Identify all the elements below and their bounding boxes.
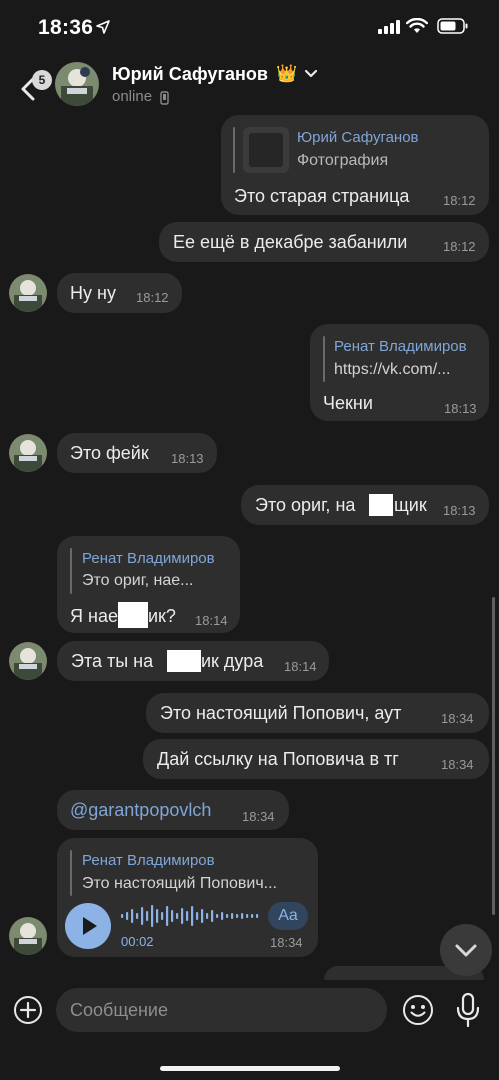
message-text-end: ик?: [148, 606, 176, 626]
message-bubble[interactable]: Это ориг, на щик 18:13: [241, 485, 489, 525]
online-status: online: [112, 88, 153, 105]
message-text: Ее ещё в декабре забанили: [173, 232, 408, 252]
play-button[interactable]: [65, 903, 111, 949]
voice-message-bubble[interactable]: Ренат Владимиров Это настоящий Попович..…: [57, 838, 318, 957]
unread-count-badge: 5: [32, 70, 52, 90]
reply-preview: Это настоящий Попович...: [82, 875, 277, 892]
message-time: 18:14: [284, 659, 317, 674]
audio-waveform[interactable]: [121, 904, 261, 928]
reply-preview: Это ориг, нае...: [82, 572, 194, 589]
message-bubble[interactable]: @garantpopovlch 18:34: [57, 790, 289, 830]
sender-avatar[interactable]: [9, 274, 47, 312]
message-bubble[interactable]: Дай ссылку на Поповича в тг 18:34: [143, 739, 489, 779]
avatar-image: [9, 274, 47, 312]
contact-avatar[interactable]: [55, 62, 99, 106]
message-time: 18:12: [443, 193, 476, 208]
message-time: 18:13: [171, 451, 204, 466]
reply-author: Ренат Владимиров: [82, 550, 215, 567]
message-bubble[interactable]: Юрий Сафуганов Фотография Это старая стр…: [221, 115, 489, 215]
reply-preview: Фотография: [297, 152, 389, 169]
message-time: 18:13: [443, 503, 476, 518]
redaction-mask: [369, 494, 393, 516]
message-text-end: щик: [394, 495, 427, 515]
back-button[interactable]: 5: [10, 62, 52, 106]
message-time: 18:34: [441, 757, 474, 772]
message-time: 18:34: [242, 809, 275, 824]
phone-icon: [160, 91, 169, 105]
message-text: Чекни: [323, 393, 373, 413]
message-text: Это настоящий Попович, аут: [160, 703, 402, 723]
avatar-image: [9, 642, 47, 680]
message-bubble[interactable]: Это фейк 18:13: [57, 433, 217, 473]
microphone-icon[interactable]: [455, 992, 481, 1028]
reply-author: Ренат Владимиров: [334, 338, 467, 355]
message-text: Ну ну: [70, 283, 116, 303]
link-preview-url[interactable]: https://vk.com/...: [334, 361, 450, 379]
message-bubble[interactable]: Ее ещё в декабре забанили 18:12: [159, 222, 489, 262]
message-text-start: Эта ты на: [71, 651, 154, 671]
message-time: 18:34: [441, 711, 474, 726]
message-input[interactable]: [56, 988, 387, 1032]
reply-author: Юрий Сафуганов: [297, 129, 419, 146]
sender-avatar[interactable]: [9, 642, 47, 680]
message-text: Это старая страница: [234, 186, 410, 206]
message-bubble[interactable]: Это настоящий Попович, аут 18:34: [146, 693, 489, 733]
message-time: 18:14: [195, 613, 228, 628]
transcribe-button[interactable]: Aa: [268, 902, 308, 930]
voice-duration: 00:02: [121, 934, 154, 949]
crown-icon: 👑: [276, 64, 298, 83]
reply-quote-bar: [323, 336, 325, 382]
reply-author: Ренат Владимиров: [82, 852, 215, 869]
chevron-down-icon: [455, 944, 477, 957]
message-bubble[interactable]: Ренат Владимиров https://vk.com/... Чекн…: [310, 324, 489, 421]
username-link[interactable]: @garantpopovlch: [70, 800, 211, 821]
message-text-start: Я нае: [70, 606, 118, 626]
cellular-signal-icon: [378, 20, 400, 34]
location-arrow-icon: [96, 20, 110, 34]
message-bubble[interactable]: Ренат Владимиров Это ориг, нае... Я нае …: [57, 536, 240, 633]
message-text: Это фейк: [70, 443, 149, 463]
redaction-mask: [118, 602, 148, 628]
message-text: Дай ссылку на Поповича в тг: [157, 749, 399, 769]
chevron-down-icon[interactable]: [304, 69, 318, 79]
reply-photo-thumbnail: [243, 127, 289, 173]
chat-header: 5 Юрий Сафуганов 👑 online: [0, 56, 499, 114]
status-time: 18:36: [38, 16, 94, 39]
message-time: 18:34: [270, 935, 303, 950]
redaction-mask: [167, 650, 201, 672]
sender-avatar[interactable]: [9, 917, 47, 955]
scrollbar[interactable]: [492, 597, 495, 915]
plus-icon[interactable]: [13, 995, 43, 1025]
contact-name[interactable]: Юрий Сафуганов: [112, 64, 268, 85]
message-bubble[interactable]: Ну ну 18:12: [57, 273, 182, 313]
message-time: 18:13: [444, 401, 477, 416]
reply-quote-bar: [70, 850, 72, 896]
home-indicator: [160, 1066, 340, 1071]
message-time: 18:12: [136, 290, 169, 305]
avatar-image: [9, 434, 47, 472]
battery-icon: [437, 18, 468, 34]
message-time: 18:12: [443, 239, 476, 254]
sender-avatar[interactable]: [9, 434, 47, 472]
avatar-image: [9, 917, 47, 955]
scroll-to-bottom-button[interactable]: [440, 924, 492, 976]
smiley-icon[interactable]: [402, 994, 434, 1026]
message-bubble[interactable]: Эта ты на ик дура 18:14: [57, 641, 329, 681]
message-text-start: Это ориг, на: [255, 495, 356, 515]
composer-bar: [0, 980, 499, 1080]
wifi-icon: [406, 18, 428, 33]
play-icon: [83, 917, 97, 935]
avatar-image: [55, 62, 99, 106]
reply-quote-bar: [233, 127, 235, 173]
message-text-end: ик дура: [201, 651, 264, 671]
reply-quote-bar: [70, 548, 72, 594]
status-bar: 18:36: [0, 0, 499, 56]
